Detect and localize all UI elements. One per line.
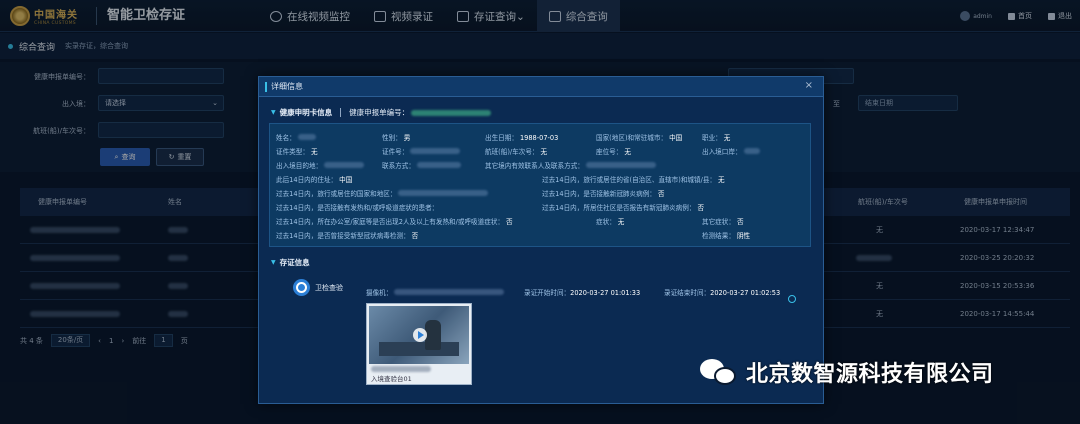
caret-down-icon: ▼	[271, 109, 276, 116]
video-card[interactable]: 入境查验台01	[366, 303, 472, 385]
evidence-type: 卫检查验	[293, 279, 343, 296]
modal-header: 详细信息	[259, 77, 823, 97]
camera-info: 摄像机：	[366, 287, 505, 297]
record-end-time: 录证结束时间：2020-03-27 01:02:53	[664, 289, 781, 297]
video-thumbnail[interactable]	[369, 306, 469, 364]
wechat-icon	[700, 357, 738, 387]
wechat-watermark: 北京数智源科技有限公司	[700, 356, 994, 388]
video-caption: 入境查验台01	[371, 375, 412, 383]
record-start-time: 录证开始时间：2020-03-27 01:01:33	[524, 289, 641, 297]
modal-title: 详细信息	[271, 82, 303, 91]
camera-icon	[293, 279, 310, 296]
watermark-text: 北京数智源科技有限公司	[746, 362, 994, 387]
evidence-section-header[interactable]: ▼ 存证信息	[271, 257, 310, 268]
close-icon[interactable]: ×	[805, 80, 813, 91]
caret-down-icon: ▼	[271, 259, 276, 266]
play-icon[interactable]	[413, 328, 427, 342]
health-info-panel: 姓名： 性别：男 出生日期： 1988-07-03 国家(地区)和常驻城市： 中国 …	[269, 123, 811, 247]
detail-modal: 详细信息 × ▼ 健康申明卡信息 健康申报单编号： 姓名： 性别：男 出生日期：…	[258, 76, 824, 404]
collapse-icon[interactable]	[788, 295, 796, 303]
health-section-header[interactable]: ▼ 健康申明卡信息 健康申报单编号：	[271, 107, 492, 118]
